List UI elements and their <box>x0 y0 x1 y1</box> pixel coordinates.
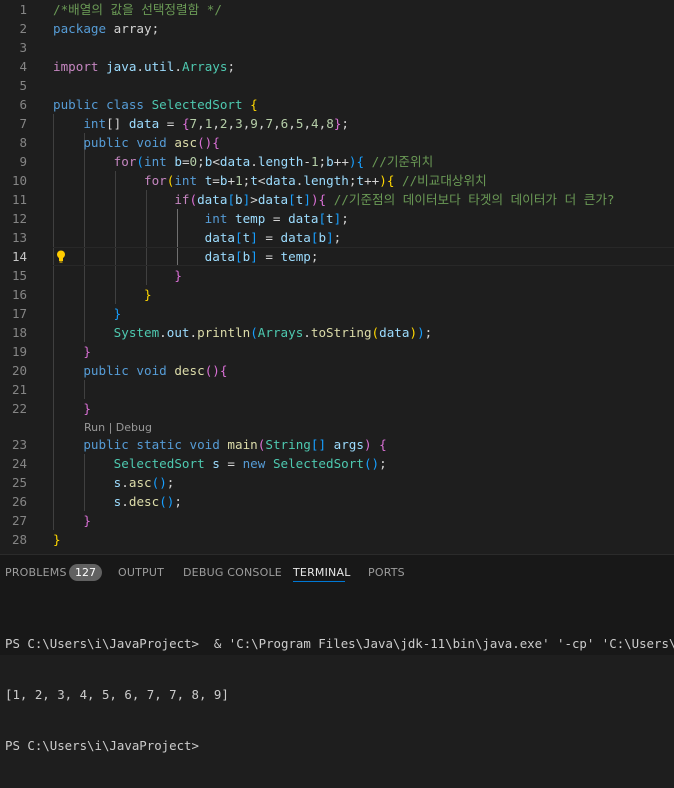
line-number: 8 <box>19 135 27 150</box>
line-number: 27 <box>11 513 27 528</box>
code-line: 12 int temp = data[t]; <box>0 209 674 228</box>
tab-debug-console[interactable]: DEBUG CONSOLE <box>183 566 282 579</box>
line-number: 24 <box>11 456 27 471</box>
line-number: 16 <box>11 287 27 302</box>
line-number: 5 <box>19 78 27 93</box>
code-line: 24 SelectedSort s = new SelectedSort(); <box>0 454 674 473</box>
code-line: 22 } <box>0 399 674 418</box>
code-line: 6 public class SelectedSort { <box>0 95 674 114</box>
code-line: 28} <box>0 530 674 549</box>
code-editor[interactable]: 1 /*배열의 값을 선택정렬함 */ 2 package array; 3 4 impor… <box>0 0 674 554</box>
code-text: int temp = data[t]; <box>204 211 349 226</box>
code-line: 25 s.asc(); <box>0 473 674 492</box>
line-number: 28 <box>11 532 27 547</box>
line-number: 9 <box>19 154 27 169</box>
code-line: 17 } <box>0 304 674 323</box>
code-line: 26 s.desc(); <box>0 492 674 511</box>
active-tab-indicator <box>293 581 345 582</box>
line-number: 12 <box>11 211 27 226</box>
terminal-line: PS C:\Users\i\JavaProject> <box>5 738 207 753</box>
line-number: 6 <box>19 97 27 112</box>
code-line: 27 } <box>0 511 674 530</box>
bottom-panel: PROBLEMS 127 OUTPUT DEBUG CONSOLE TERMIN… <box>0 554 674 753</box>
line-number: 25 <box>11 475 27 490</box>
code-line: 8 public void asc(){ <box>0 133 674 152</box>
code-line: 19 } <box>0 342 674 361</box>
code-text: s.asc(); <box>113 475 175 490</box>
code-text: data[t] = data[b]; <box>204 230 342 245</box>
line-number: 13 <box>11 230 27 245</box>
code-text: } <box>113 306 122 321</box>
code-text: public class SelectedSort { <box>53 97 258 112</box>
line-number: 21 <box>11 382 27 397</box>
code-text: for(int t=b+1;t<data.length;t++){ //비교대상… <box>144 173 487 188</box>
code-line: 11 if(data[b]>data[t]){ //기준점의 데이터보다 타겟의… <box>0 190 674 209</box>
code-text: } <box>83 401 91 416</box>
line-number: 1 <box>19 2 27 17</box>
code-text: package array; <box>53 21 160 36</box>
code-line: 16 } <box>0 285 674 304</box>
code-text: data[b] = temp; <box>204 249 319 264</box>
code-line: 3 <box>0 38 674 57</box>
line-number: 7 <box>19 116 27 131</box>
code-text: } <box>144 287 152 302</box>
terminal-output[interactable]: PS C:\Users\i\JavaProject> & 'C:\Program… <box>5 601 674 788</box>
code-line: 7 int[] data = {7,1,2,3,9,7,6,5,4,8}; <box>0 114 674 133</box>
tab-terminal[interactable]: TERMINAL <box>293 566 351 579</box>
code-line: 5 <box>0 76 674 95</box>
code-text: SelectedSort s = new SelectedSort(); <box>113 456 387 471</box>
code-line: 4 import java.util.Arrays; <box>0 57 674 76</box>
line-number: 14 <box>11 249 27 264</box>
code-line: 21 <box>0 380 674 399</box>
code-line: 9 for(int b=0;b<data.length-1;b++){ //기준… <box>0 152 674 171</box>
code-text: import java.util.Arrays; <box>53 59 236 74</box>
code-text: } <box>83 513 91 528</box>
code-text: public void asc(){ <box>83 135 220 150</box>
code-line: 20 public void desc(){ <box>0 361 674 380</box>
code-line: 23 public static void main(String[] args… <box>0 435 674 454</box>
codelens-run-link[interactable]: Run <box>84 421 105 434</box>
terminal-line: PS C:\Users\i\JavaProject> & 'C:\Program… <box>5 636 674 651</box>
code-text: System.out.println(Arrays.toString(data)… <box>113 325 433 340</box>
terminal-line: [1, 2, 3, 4, 5, 6, 7, 7, 8, 9] <box>5 687 229 702</box>
code-line: 1 /*배열의 값을 선택정렬함 */ <box>0 0 674 19</box>
code-text: for(int b=0;b<data.length-1;b++){ //기준위치 <box>113 154 434 169</box>
code-line: 18 System.out.println(Arrays.toString(da… <box>0 323 674 342</box>
code-line: 15 } <box>0 266 674 285</box>
line-number: 2 <box>19 21 27 36</box>
tab-output[interactable]: OUTPUT <box>118 566 164 579</box>
code-text: } <box>83 344 91 359</box>
code-line: 14 data[b] = temp; <box>0 247 674 266</box>
line-number: 3 <box>19 40 27 55</box>
code-text: int[] data = {7,1,2,3,9,7,6,5,4,8}; <box>83 116 349 131</box>
code-text: public void desc(){ <box>83 363 228 378</box>
line-number: 11 <box>11 192 27 207</box>
problems-count-badge: 127 <box>69 564 102 581</box>
code-line: 10 for(int t=b+1;t<data.length;t++){ //비… <box>0 171 674 190</box>
line-number: 22 <box>11 401 27 416</box>
tab-ports[interactable]: PORTS <box>368 566 405 579</box>
line-number: 26 <box>11 494 27 509</box>
code-text: s.desc(); <box>113 494 182 509</box>
line-number: 23 <box>11 437 27 452</box>
tab-problems[interactable]: PROBLEMS <box>5 566 67 579</box>
code-text: } <box>53 532 61 547</box>
line-number: 10 <box>11 173 27 188</box>
line-number: 19 <box>11 344 27 359</box>
codelens-separator: | <box>105 421 116 434</box>
code-line: 2 package array; <box>0 19 674 38</box>
code-text: if(data[b]>data[t]){ //기준점의 데이터보다 타겟의 데이… <box>174 192 615 207</box>
panel-tabs: PROBLEMS 127 OUTPUT DEBUG CONSOLE TERMIN… <box>0 555 674 591</box>
code-text: /*배열의 값을 선택정렬함 */ <box>53 2 222 17</box>
code-text: } <box>174 268 182 283</box>
line-number: 4 <box>19 59 27 74</box>
line-number: 18 <box>11 325 27 340</box>
line-number: 17 <box>11 306 27 321</box>
codelens-debug-link[interactable]: Debug <box>116 421 152 434</box>
codelens: Run | Debug <box>84 419 152 436</box>
line-number: 15 <box>11 268 27 283</box>
code-text: public static void main(String[] args) { <box>83 437 387 452</box>
line-number: 20 <box>11 363 27 378</box>
code-line: 13 data[t] = data[b]; <box>0 228 674 247</box>
